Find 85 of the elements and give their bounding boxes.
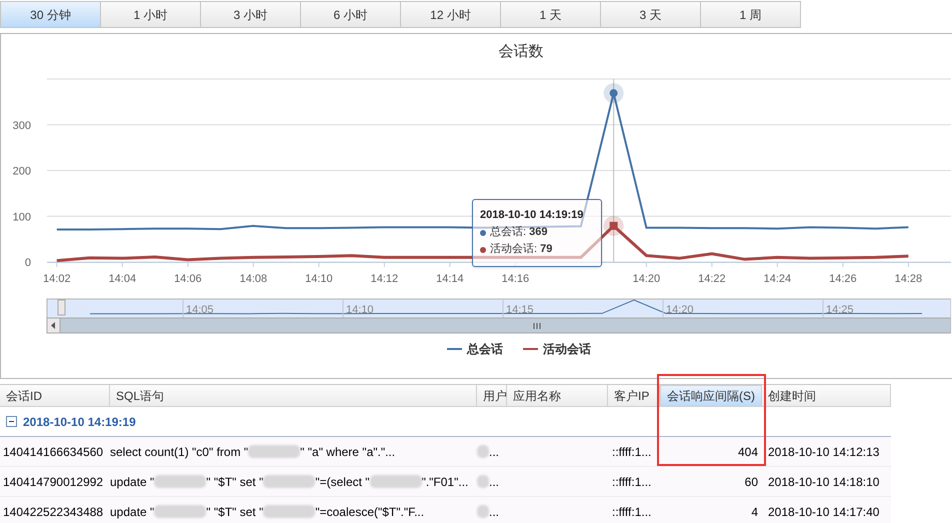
table-cell-text: 140422522343488 <box>2 504 104 520</box>
x-axis-label: 14:14 <box>436 273 464 285</box>
table-cell-text: 2018-10-10 14:17:40 <box>767 504 880 520</box>
x-axis-label: 14:28 <box>894 273 922 285</box>
redacted-blur <box>477 475 489 488</box>
sql-text: "=(select " <box>315 474 370 490</box>
redacted-blur <box>154 475 206 488</box>
tooltip-text: 活动会话: 79 <box>490 242 552 257</box>
navigator-label: 14:25 <box>826 304 854 316</box>
sql-text: " "$T" set " <box>206 504 264 520</box>
y-axis-label: 0 <box>24 257 31 269</box>
redacted-blur <box>154 505 206 518</box>
x-axis-label: 14:26 <box>829 273 857 285</box>
user-text: ... <box>489 474 500 490</box>
redacted-blur <box>370 475 422 488</box>
sql-text: " "a" where "a"."... <box>300 444 396 460</box>
time-range-tab[interactable]: 3 小时 <box>200 1 301 28</box>
x-axis-label: 14:22 <box>698 273 726 285</box>
tooltip-title: 2018-10-10 14:19:19 <box>480 208 584 223</box>
legend-label[interactable]: 活动会话 <box>543 342 591 356</box>
table-cell-text: 404 <box>736 444 759 460</box>
scroll-left-button[interactable] <box>46 318 60 334</box>
sql-text: update " <box>110 504 154 520</box>
redacted-blur <box>263 475 316 488</box>
time-range-tab[interactable]: 12 小时 <box>400 1 501 28</box>
legend-label[interactable]: 总会话 <box>467 342 503 356</box>
column-header[interactable]: 用户 <box>477 385 507 407</box>
navigator-label: 14:15 <box>506 304 534 316</box>
x-axis-label: 14:16 <box>502 273 530 285</box>
x-axis-label: 14:04 <box>108 273 136 285</box>
sql-text: "=coalesce("$T"."F... <box>315 504 424 520</box>
chart-title: 会话数 <box>498 43 544 60</box>
redacted-blur <box>477 505 489 518</box>
y-axis-label: 300 <box>12 120 31 132</box>
table-cell-text: ::ffff:1... <box>611 474 652 490</box>
group-row-label: 2018-10-10 14:19:19 <box>23 414 136 430</box>
column-header[interactable]: 会话响应间隔(S) <box>660 385 762 407</box>
table-cell-text: 140414790012992 <box>2 474 104 490</box>
x-axis-label: 14:08 <box>240 273 268 285</box>
table-cell-text: 4 <box>750 504 759 520</box>
redacted-blur <box>248 445 300 458</box>
table-cell-text: 60 <box>744 474 759 490</box>
highlighted-point <box>604 216 624 236</box>
table-cell-text: ::ffff:1... <box>611 444 652 460</box>
legend-line <box>523 348 538 350</box>
x-axis-label: 14:12 <box>370 273 398 285</box>
sql-text: update " <box>110 474 154 490</box>
x-axis-label: 14:24 <box>764 273 792 285</box>
column-header[interactable]: 应用名称 <box>507 385 608 407</box>
sql-text: "."F01"... <box>422 474 468 490</box>
navigator-label: 14:10 <box>346 304 374 316</box>
time-range-tab[interactable]: 1 周 <box>700 1 801 28</box>
sql-text: select count(1) "c0" from " <box>110 444 248 460</box>
time-range-tab[interactable]: 1 小时 <box>100 1 201 28</box>
user-text: ... <box>489 444 500 460</box>
redacted-blur <box>263 505 316 518</box>
y-axis-label: 100 <box>12 211 31 224</box>
navigator-label: 14:05 <box>186 304 214 316</box>
sql-text: " "$T" set " <box>206 474 264 490</box>
column-header[interactable]: 会话ID <box>0 385 110 407</box>
navigator-handle[interactable] <box>58 300 66 316</box>
time-range-tab[interactable]: 6 小时 <box>300 1 401 28</box>
legend-line <box>447 348 462 350</box>
redacted-blur <box>477 445 489 458</box>
column-header[interactable]: SQL语句 <box>110 385 477 407</box>
time-range-tab[interactable]: 3 天 <box>600 1 701 28</box>
column-header[interactable]: 创建时间 <box>762 385 891 407</box>
table-cell-text: 140414166634560 <box>2 444 104 460</box>
table-cell-text: 2018-10-10 14:18:10 <box>767 474 880 490</box>
x-axis-label: 14:06 <box>174 273 202 285</box>
y-axis-label: 200 <box>12 166 31 178</box>
x-axis-label: 14:10 <box>305 273 333 285</box>
table-cell-text: ::ffff:1... <box>611 504 652 520</box>
scrollbar-grip-icon[interactable] <box>534 322 540 330</box>
navigator[interactable] <box>46 298 951 318</box>
user-text: ... <box>489 504 500 520</box>
tooltip-text: 总会话: 369 <box>490 225 548 240</box>
time-range-tab[interactable]: 30 分钟 <box>0 1 101 28</box>
time-range-tab[interactable]: 1 天 <box>500 1 601 28</box>
highlighted-point <box>604 83 624 104</box>
collapse-toggle-icon[interactable] <box>6 416 17 427</box>
x-axis-label: 14:02 <box>43 273 71 285</box>
x-axis-label: 14:20 <box>632 273 660 285</box>
table-cell-text: 2018-10-10 14:12:13 <box>767 444 880 460</box>
navigator-label: 14:20 <box>666 304 694 316</box>
